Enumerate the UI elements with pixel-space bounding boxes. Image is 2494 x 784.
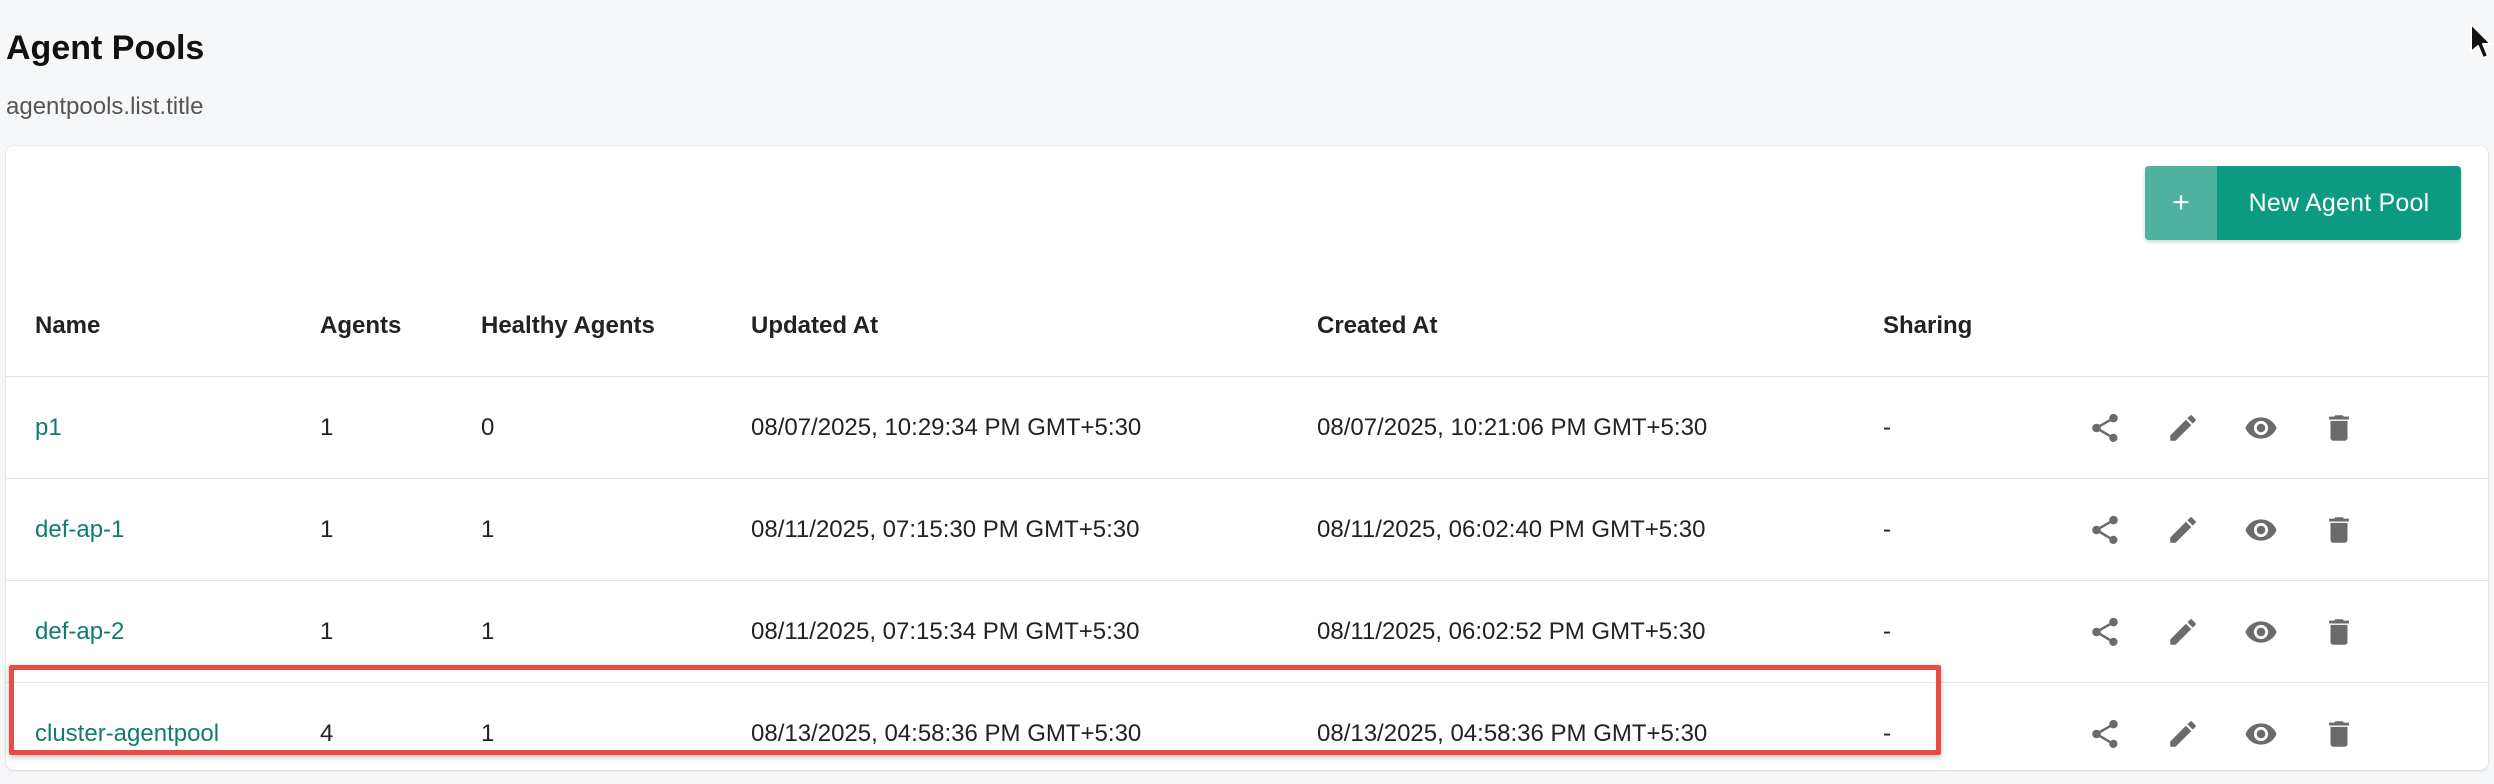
actions-cell xyxy=(2083,580,2488,683)
view-button[interactable] xyxy=(2241,612,2281,652)
column-header-name[interactable]: Name xyxy=(6,276,320,377)
view-icon xyxy=(2245,620,2277,643)
delete-button[interactable] xyxy=(2319,408,2359,448)
actions-cell xyxy=(2083,478,2488,581)
delete-icon xyxy=(2329,516,2349,543)
healthy-agents-cell: 1 xyxy=(481,478,751,581)
edit-button[interactable] xyxy=(2163,408,2203,448)
updated-at-cell: 08/11/2025, 07:15:34 PM GMT+5:30 xyxy=(751,580,1317,683)
row-actions xyxy=(2083,510,2488,550)
name-cell: p1 xyxy=(6,376,320,479)
table-row: def-ap-1 1 1 08/11/2025, 07:15:30 PM GMT+5:… xyxy=(6,478,2488,581)
page-header: Agent Pools agentpools.list.title xyxy=(6,26,204,122)
agent-pools-table: Name Agents Healthy Agents Updated At Cr… xyxy=(6,276,2488,770)
agent-pool-name-link[interactable]: def-ap-2 xyxy=(35,618,124,645)
share-icon xyxy=(2092,413,2118,442)
delete-icon xyxy=(2329,720,2349,747)
agent-pool-name-link[interactable]: cluster-agentpool xyxy=(35,720,219,747)
row-actions xyxy=(2083,612,2488,652)
column-header-healthy-agents[interactable]: Healthy Agents xyxy=(481,276,751,377)
column-header-actions xyxy=(2083,276,2488,377)
agents-cell: 1 xyxy=(320,478,481,581)
agent-pool-name-link[interactable]: def-ap-1 xyxy=(35,516,124,543)
created-at-cell: 08/11/2025, 06:02:52 PM GMT+5:30 xyxy=(1317,580,1883,683)
plus-icon: + xyxy=(2145,166,2217,240)
table-header-row: Name Agents Healthy Agents Updated At Cr… xyxy=(6,276,2488,377)
table-row: def-ap-2 1 1 08/11/2025, 07:15:34 PM GMT+5:… xyxy=(6,580,2488,683)
share-button[interactable] xyxy=(2085,408,2125,448)
edit-icon xyxy=(2170,720,2196,747)
view-icon xyxy=(2245,722,2277,745)
delete-button[interactable] xyxy=(2319,612,2359,652)
column-header-created-at[interactable]: Created At xyxy=(1317,276,1883,377)
mouse-cursor-icon xyxy=(2470,23,2492,59)
sharing-cell: - xyxy=(1883,719,1891,747)
row-actions xyxy=(2083,714,2488,754)
name-cell: def-ap-2 xyxy=(6,580,320,683)
edit-button[interactable] xyxy=(2163,510,2203,550)
healthy-agents-cell: 1 xyxy=(481,719,495,747)
agents-cell: 1 xyxy=(320,376,481,479)
column-header-updated-at[interactable]: Updated At xyxy=(751,276,1317,377)
view-button[interactable] xyxy=(2241,510,2281,550)
name-cell: def-ap-1 xyxy=(6,478,320,581)
updated-at-cell: 08/11/2025, 07:15:30 PM GMT+5:30 xyxy=(751,478,1317,581)
delete-icon xyxy=(2329,618,2349,645)
share-button[interactable] xyxy=(2085,612,2125,652)
name-cell: cluster-agentpool xyxy=(6,683,320,771)
new-agent-pool-label: New Agent Pool xyxy=(2248,188,2430,217)
edit-icon xyxy=(2170,618,2196,645)
share-icon xyxy=(2092,617,2118,646)
view-icon xyxy=(2245,518,2277,541)
agent-pool-name-link[interactable]: p1 xyxy=(35,414,62,441)
page-subtitle: agentpools.list.title xyxy=(6,93,204,120)
row-actions xyxy=(2083,408,2488,448)
view-button[interactable] xyxy=(2241,408,2281,448)
healthy-agents-cell: 1 xyxy=(481,580,751,683)
page-title: Agent Pools xyxy=(6,29,205,67)
agent-pools-card: + New Agent Pool Name Agents Healthy Age… xyxy=(6,146,2488,770)
delete-button[interactable] xyxy=(2319,510,2359,550)
share-icon xyxy=(2092,719,2118,748)
sharing-cell: - xyxy=(1883,376,2083,479)
edit-icon xyxy=(2170,516,2196,543)
column-header-sharing: Sharing xyxy=(1883,276,2083,377)
share-button[interactable] xyxy=(2085,510,2125,550)
new-agent-pool-button[interactable]: + New Agent Pool xyxy=(2145,166,2461,240)
actions-cell xyxy=(2083,376,2488,479)
delete-icon xyxy=(2329,414,2349,441)
sharing-cell: - xyxy=(1883,580,2083,683)
created-at-cell: 08/13/2025, 04:58:36 PM GMT+5:30 xyxy=(1317,719,1708,747)
healthy-agents-cell: 0 xyxy=(481,376,751,479)
delete-button[interactable] xyxy=(2319,714,2359,754)
edit-button[interactable] xyxy=(2163,612,2203,652)
updated-at-cell: 08/13/2025, 04:58:36 PM GMT+5:30 xyxy=(751,719,1142,747)
actions-cell xyxy=(2083,683,2488,771)
column-header-agents[interactable]: Agents xyxy=(320,276,481,377)
table-row: p1 1 0 08/07/2025, 10:29:34 PM GMT+5:30 08/0… xyxy=(6,376,2488,479)
updated-at-cell: 08/07/2025, 10:29:34 PM GMT+5:30 xyxy=(751,376,1317,479)
share-icon xyxy=(2092,515,2118,544)
agents-cell: 4 xyxy=(320,719,334,747)
view-icon xyxy=(2245,416,2277,439)
agents-cell: 1 xyxy=(320,580,481,683)
table-row: cluster-agentpool 4 1 08/13/2025, 04:58:36 … xyxy=(6,683,2488,771)
edit-button[interactable] xyxy=(2163,714,2203,754)
sharing-cell: - xyxy=(1883,478,2083,581)
created-at-cell: 08/07/2025, 10:21:06 PM GMT+5:30 xyxy=(1317,376,1883,479)
created-at-cell: 08/11/2025, 06:02:40 PM GMT+5:30 xyxy=(1317,478,1883,581)
view-button[interactable] xyxy=(2241,714,2281,754)
share-button[interactable] xyxy=(2085,714,2125,754)
edit-icon xyxy=(2170,414,2196,441)
